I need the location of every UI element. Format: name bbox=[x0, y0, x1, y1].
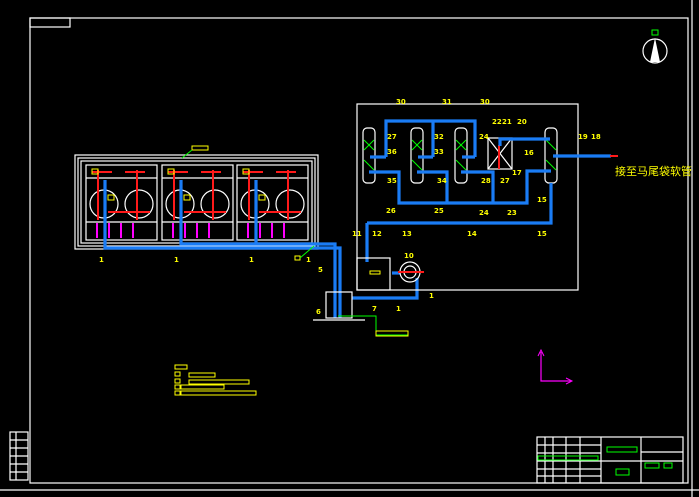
label: 32 bbox=[434, 133, 444, 141]
fan-icon bbox=[398, 261, 424, 283]
label: 26 bbox=[386, 207, 396, 215]
label: 14 bbox=[467, 230, 477, 238]
label: 28 bbox=[481, 177, 491, 185]
label: 1 bbox=[429, 292, 434, 300]
label-box bbox=[294, 255, 301, 261]
label: 30 bbox=[396, 98, 406, 106]
label: 7 bbox=[372, 305, 377, 313]
frame-corner-box bbox=[29, 17, 71, 28]
label: 19 bbox=[578, 133, 588, 141]
part-labels: 30 31 30 27 36 35 32 33 34 24 28 27 22 2… bbox=[99, 98, 692, 316]
label: 13 bbox=[402, 230, 412, 238]
label: 27 bbox=[387, 133, 397, 141]
label: 1 bbox=[249, 256, 254, 264]
label: 1 bbox=[306, 256, 311, 264]
label: 15 bbox=[537, 196, 547, 204]
label-box bbox=[369, 270, 381, 275]
north-arrow-icon bbox=[642, 29, 668, 64]
label: 35 bbox=[387, 177, 397, 185]
label: 15 bbox=[537, 230, 547, 238]
chamber-2 bbox=[161, 164, 234, 241]
green-leader bbox=[338, 315, 408, 336]
label: 22 bbox=[492, 118, 502, 126]
label: 1 bbox=[396, 305, 401, 313]
label: 36 bbox=[387, 148, 397, 156]
label: 1 bbox=[99, 256, 104, 264]
label: 33 bbox=[434, 148, 444, 156]
label: 21 bbox=[502, 118, 512, 126]
label: 5 bbox=[318, 266, 323, 274]
chamber-3 bbox=[236, 164, 309, 241]
main-duct bbox=[103, 180, 419, 318]
drawing-frame bbox=[29, 17, 689, 484]
label: 30 bbox=[480, 98, 490, 106]
label: 1 bbox=[174, 256, 179, 264]
label: 23 bbox=[507, 209, 517, 217]
label: 11 bbox=[352, 230, 362, 238]
label: 20 bbox=[517, 118, 527, 126]
title-block bbox=[536, 436, 684, 484]
label: 25 bbox=[434, 207, 444, 215]
chamber-1 bbox=[85, 164, 158, 241]
label: 18 bbox=[591, 133, 601, 141]
label: 6 bbox=[316, 308, 321, 316]
ucs-axis-icon bbox=[537, 348, 574, 385]
label: 16 bbox=[524, 149, 534, 157]
label: 10 bbox=[404, 252, 414, 260]
notes-block bbox=[174, 364, 257, 396]
revision-table bbox=[9, 431, 29, 481]
label: 34 bbox=[437, 177, 447, 185]
baghouse-unit bbox=[74, 145, 319, 250]
label: 31 bbox=[442, 98, 452, 106]
outlet-note: 接至马尾袋软管 bbox=[615, 164, 692, 178]
label: 12 bbox=[372, 230, 382, 238]
cad-drawing: 30 31 30 27 36 35 32 33 34 24 28 27 22 2… bbox=[0, 0, 699, 497]
label: 24 bbox=[479, 209, 489, 217]
label: 24 bbox=[479, 133, 489, 141]
label: 17 bbox=[512, 169, 522, 177]
label: 27 bbox=[500, 177, 510, 185]
